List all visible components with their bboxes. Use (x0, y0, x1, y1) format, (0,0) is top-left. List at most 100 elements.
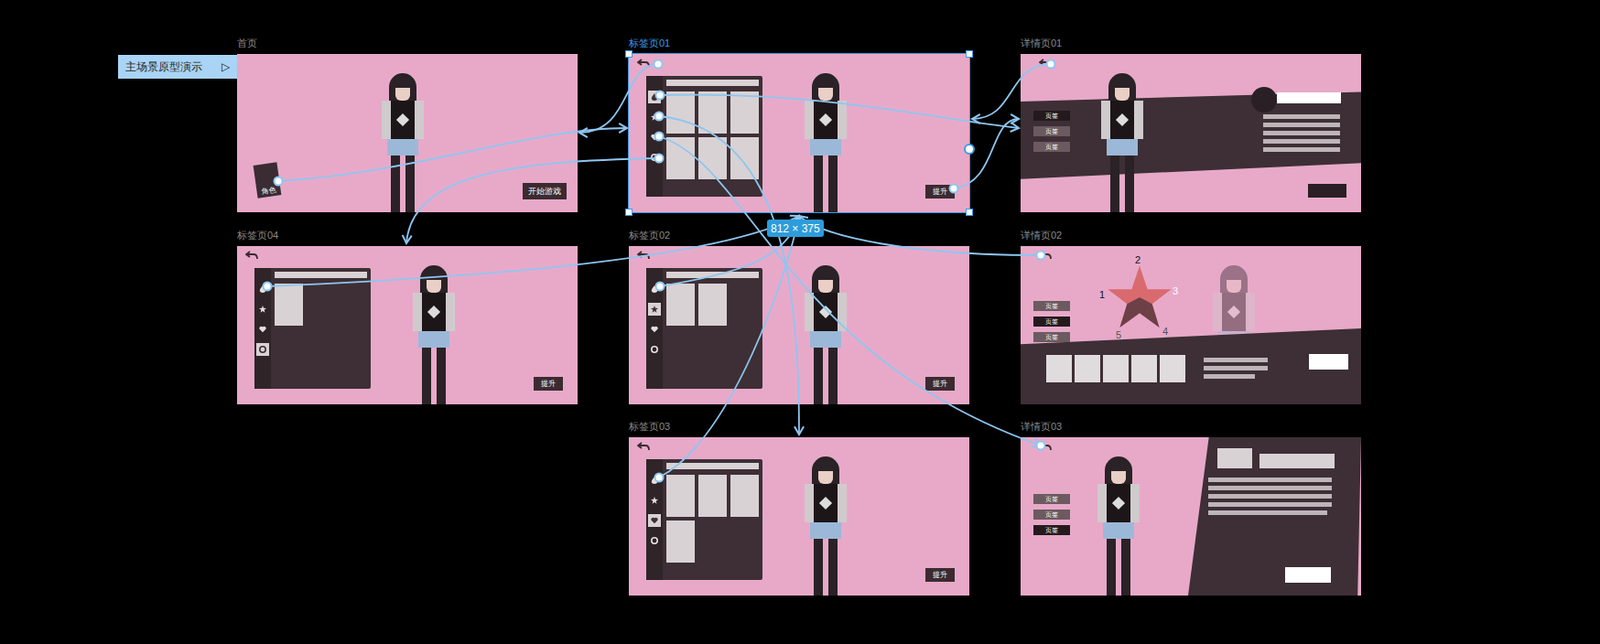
tab-button[interactable]: 页签 (1033, 110, 1071, 121)
hotspot-dot[interactable] (656, 91, 665, 100)
item-tile[interactable] (666, 91, 695, 134)
confirm-button[interactable] (1308, 183, 1347, 198)
tab-icon-button[interactable] (256, 302, 270, 316)
tab-icon-button[interactable] (648, 110, 661, 124)
tab-column (254, 268, 271, 390)
search-bar[interactable] (666, 271, 759, 279)
heart-icon (650, 517, 659, 525)
resize-handle[interactable] (965, 208, 973, 217)
tab-icon-button[interactable] (648, 302, 661, 316)
prototype-play-badge[interactable]: 主场景原型演示▷ (118, 54, 238, 79)
tab-button[interactable]: 页签 (1033, 126, 1071, 137)
tab-icon-button[interactable] (648, 534, 661, 548)
circle-icon (259, 345, 267, 354)
tab-icon-button[interactable] (648, 474, 661, 487)
item-tile[interactable] (666, 520, 695, 563)
slot[interactable] (1046, 355, 1072, 383)
star-icon (650, 497, 659, 505)
hotspot-dot[interactable] (1047, 60, 1056, 69)
tab-icon-button[interactable] (256, 323, 270, 336)
frame[interactable]: 详情页03页签页签页签 (1020, 437, 1362, 596)
hotspot-dot[interactable] (1037, 442, 1046, 451)
frame[interactable]: 详情页01页签页签页签 (1020, 54, 1362, 213)
hotspot-dot[interactable] (1037, 251, 1046, 260)
item-panel (646, 75, 763, 197)
back-arrow-icon[interactable] (1038, 442, 1052, 452)
hotspot-dot[interactable] (655, 154, 664, 163)
item-tile[interactable] (666, 475, 695, 518)
frame[interactable]: 标签页04提升 (237, 246, 578, 405)
hotspot-dot[interactable] (656, 282, 665, 292)
tab-button[interactable]: 页签 (1033, 494, 1071, 505)
frame-label: 标签页03 (628, 421, 671, 433)
item-tile[interactable] (698, 475, 727, 518)
tab-button[interactable]: 页签 (1033, 301, 1071, 312)
slot[interactable] (1074, 355, 1101, 383)
upgrade-button[interactable]: 提升 (925, 568, 955, 583)
upgrade-button[interactable]: 提升 (533, 377, 563, 391)
tab-button[interactable]: 页签 (1033, 141, 1071, 152)
hotspot-dot[interactable] (655, 474, 664, 483)
tab-icon-button[interactable] (648, 151, 661, 164)
item-tile[interactable] (666, 283, 695, 326)
tab-icon-button[interactable] (256, 282, 270, 296)
role-card-button[interactable]: 角色 (253, 162, 282, 198)
hotspot-dot[interactable] (950, 184, 959, 194)
link-arrow (267, 216, 800, 287)
hotspot-dot[interactable] (274, 177, 283, 186)
item-tile[interactable] (698, 137, 727, 180)
tab-button[interactable]: 页签 (1033, 332, 1071, 343)
tab-icon-button[interactable] (648, 90, 661, 104)
tab-icon-button[interactable] (648, 282, 661, 296)
frame[interactable]: 标签页02提升 (628, 246, 970, 405)
search-bar[interactable] (666, 79, 759, 87)
tab-column (646, 75, 663, 197)
resize-handle[interactable] (965, 50, 973, 58)
start-game-button[interactable]: 开始游戏 (522, 183, 567, 200)
item-tile[interactable] (274, 283, 303, 326)
slot[interactable] (1159, 355, 1186, 383)
upgrade-button[interactable]: 提升 (925, 184, 955, 199)
confirm-button[interactable] (1308, 354, 1349, 370)
item-tile[interactable] (698, 91, 727, 134)
back-arrow-icon[interactable] (637, 58, 650, 68)
back-arrow-icon[interactable] (245, 250, 259, 260)
search-bar[interactable] (666, 463, 759, 470)
slot[interactable] (1102, 355, 1129, 383)
tab-button[interactable]: 页签 (1033, 316, 1071, 327)
item-tile[interactable] (698, 283, 727, 326)
frame[interactable]: 标签页03提升 (628, 437, 970, 596)
text-lines (1203, 357, 1268, 379)
back-arrow-icon[interactable] (637, 250, 650, 260)
hotspot-dot[interactable] (655, 112, 664, 121)
hotspot-dot[interactable] (655, 132, 664, 141)
tab-icon-button[interactable] (648, 323, 661, 336)
search-bar[interactable] (274, 271, 368, 279)
hotspot-dot[interactable] (263, 282, 272, 292)
item-tile[interactable] (666, 137, 695, 180)
tab-button[interactable]: 页签 (1033, 525, 1071, 536)
slot[interactable] (1131, 355, 1157, 383)
back-arrow-icon[interactable] (637, 442, 650, 452)
confirm-button[interactable] (1285, 567, 1331, 584)
circle-icon (650, 153, 659, 162)
item-tile[interactable] (730, 137, 759, 180)
item-tile[interactable] (730, 91, 759, 134)
item-tile[interactable] (730, 475, 759, 518)
tab-button[interactable]: 页签 (1033, 509, 1071, 520)
frame[interactable]: 首页角色开始游戏 (237, 54, 578, 213)
resize-handle[interactable] (625, 208, 633, 217)
frame[interactable]: 详情页02页签页签页签12345 (1020, 246, 1362, 405)
back-arrow-icon[interactable] (1038, 250, 1052, 260)
upgrade-button[interactable]: 提升 (925, 377, 955, 391)
frame[interactable]: 标签页01提升 (628, 54, 970, 213)
tab-icon-button[interactable] (648, 514, 661, 528)
hotspot-dot[interactable] (654, 60, 663, 69)
tab-icon-button[interactable] (648, 494, 661, 508)
resize-handle[interactable] (625, 50, 633, 58)
tab-icon-button[interactable] (648, 343, 661, 357)
tab-icon-button[interactable] (256, 343, 270, 357)
tab-icon-button[interactable] (648, 130, 661, 144)
link-handle[interactable] (963, 143, 975, 155)
back-arrow-icon[interactable] (1038, 58, 1052, 68)
